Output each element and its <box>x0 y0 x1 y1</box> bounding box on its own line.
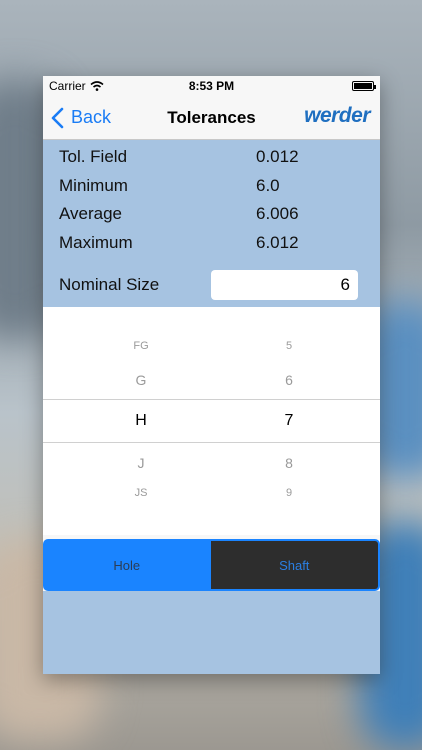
info-row-tol-field: Tol. Field 0.012 <box>43 143 380 172</box>
status-bar: Carrier 8:53 PM <box>43 76 380 96</box>
tab-shaft[interactable]: Shaft <box>210 539 380 591</box>
wifi-icon <box>90 81 104 91</box>
info-label: Average <box>59 204 123 224</box>
brand-logo: werder <box>304 104 370 127</box>
bottom-panel <box>43 591 380 674</box>
hole-shaft-segmented-control: Hole Shaft <box>43 539 380 591</box>
nominal-size-input[interactable] <box>211 270 358 300</box>
info-label: Minimum <box>59 175 128 195</box>
nominal-size-row: Nominal Size <box>43 270 380 300</box>
battery-icon <box>352 81 376 91</box>
picker-item-selected[interactable]: H <box>91 412 191 430</box>
navigation-bar: Back Tolerances werder <box>43 96 380 140</box>
picker-item[interactable]: J <box>91 455 191 471</box>
picker-item[interactable]: 8 <box>239 455 339 471</box>
back-label: Back <box>71 107 112 127</box>
carrier-label: Carrier <box>49 79 86 93</box>
tab-shaft-label: Shaft <box>279 557 310 573</box>
tab-hole-label: Hole <box>113 557 141 573</box>
tab-hole[interactable]: Hole <box>43 539 211 591</box>
tolerance-picker[interactable]: FG G H J JS 5 6 7 8 9 <box>43 307 380 535</box>
picker-item[interactable]: 5 <box>239 340 339 352</box>
info-label: Maximum <box>59 232 133 252</box>
back-button[interactable]: Back <box>43 107 111 129</box>
info-value: 0.012 <box>256 147 299 167</box>
picker-item[interactable]: JS <box>91 487 191 499</box>
info-value: 6.0 <box>256 175 280 195</box>
info-row-maximum: Maximum 6.012 <box>43 229 380 258</box>
picker-item[interactable]: 9 <box>239 487 339 499</box>
picker-item[interactable]: FG <box>91 340 191 352</box>
nominal-size-label: Nominal Size <box>59 275 160 294</box>
tolerance-info-panel: Tol. Field 0.012 Minimum 6.0 Average 6.0… <box>43 140 380 307</box>
chevron-left-icon <box>51 107 64 128</box>
picker-item[interactable]: G <box>91 372 191 388</box>
info-row-average: Average 6.006 <box>43 200 380 229</box>
info-label: Tol. Field <box>59 147 128 167</box>
picker-item-selected[interactable]: 7 <box>239 412 339 430</box>
info-value: 6.012 <box>256 232 299 252</box>
info-row-minimum: Minimum 6.0 <box>43 172 380 201</box>
phone-screen: Carrier 8:53 PM Back Tolerances werder T… <box>43 76 380 674</box>
picker-item[interactable]: 6 <box>239 372 339 388</box>
info-value: 6.006 <box>256 204 299 224</box>
